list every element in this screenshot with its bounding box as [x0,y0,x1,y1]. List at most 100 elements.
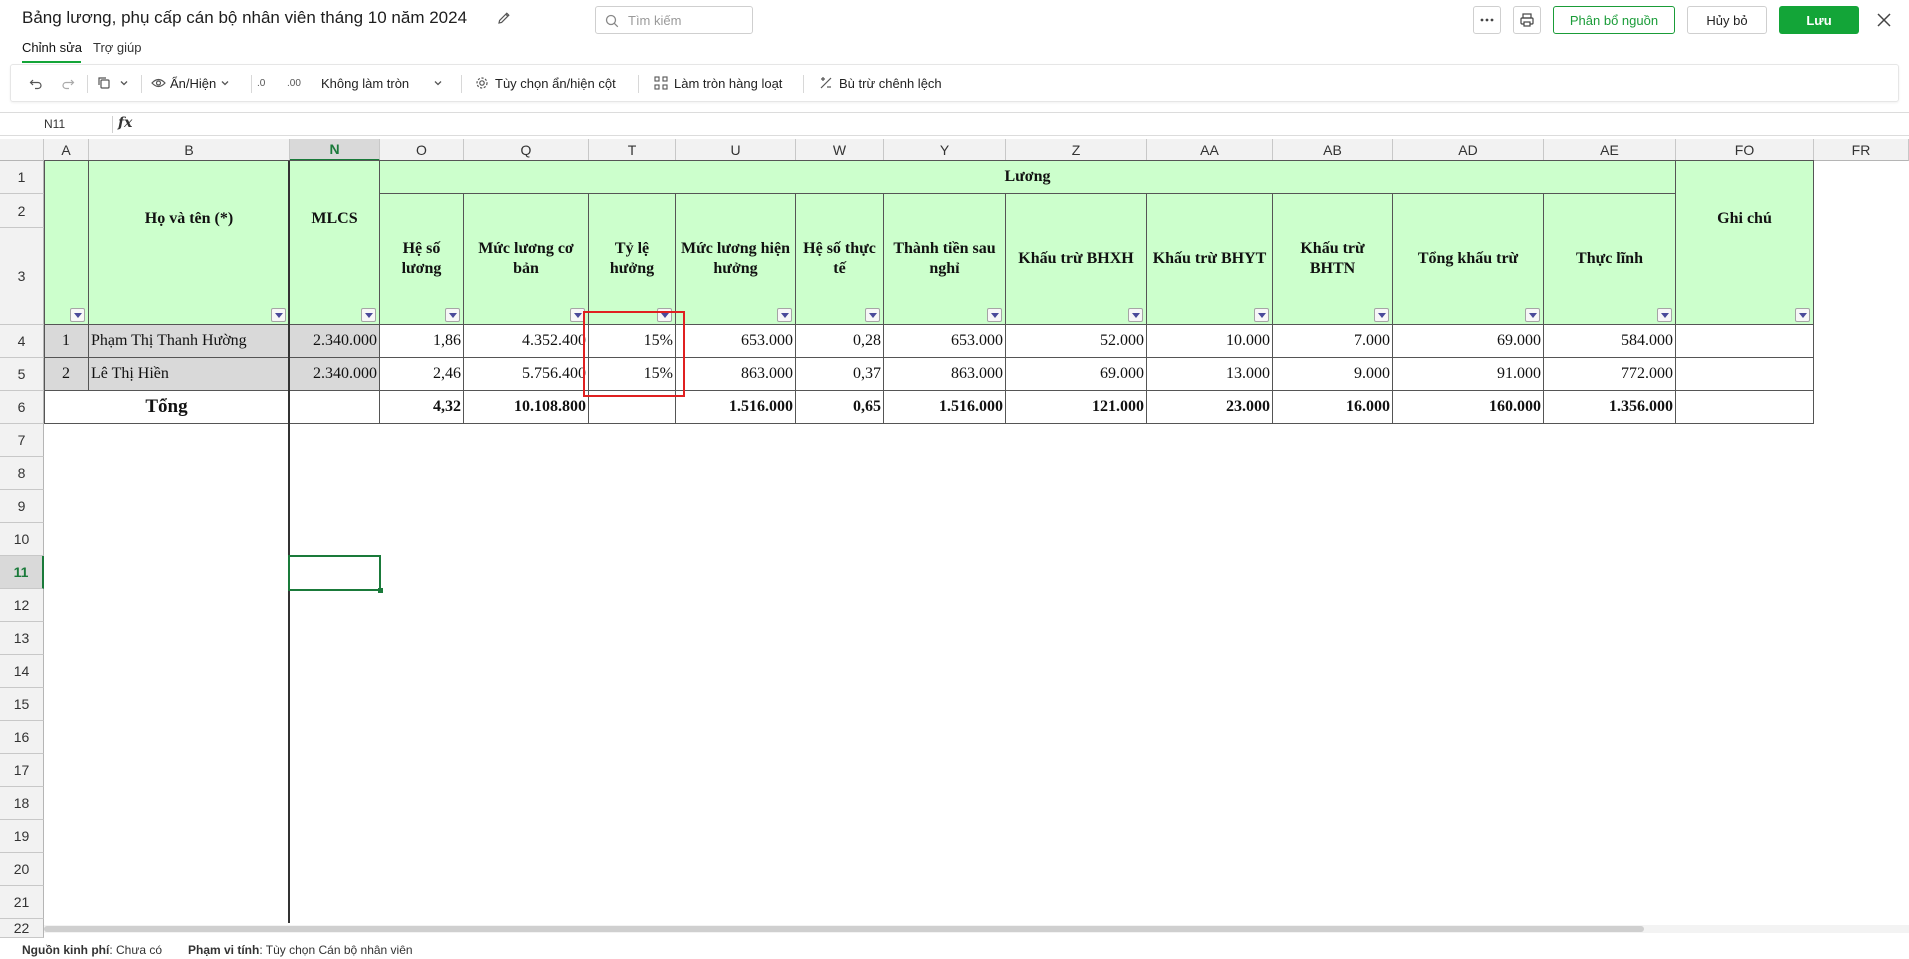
row-header-11[interactable]: 11 [0,556,44,589]
decrease-decimal-button[interactable]: .0 [257,65,265,101]
filter-dropdown-icon[interactable] [1254,308,1269,322]
header-cell-ratio[interactable]: Tỷ lệ hưởng [589,194,676,325]
filter-dropdown-icon[interactable] [445,308,460,322]
cell-total-deduction[interactable]: 91.000 [1393,358,1544,391]
column-header-ad[interactable]: AD [1393,139,1544,161]
cell-actual-coef[interactable]: 0,37 [796,358,884,391]
row-header-3[interactable]: 3 [0,228,44,325]
column-header-aa[interactable]: AA [1147,139,1273,161]
bulk-round-button[interactable]: Làm tròn hàng loạt [654,65,782,101]
total-label[interactable]: Tổng [44,391,290,424]
filter-dropdown-icon[interactable] [70,308,85,322]
close-button[interactable] [1872,8,1896,32]
cell-name-box[interactable]: N11 [44,117,65,131]
search-input[interactable]: Tìm kiếm [628,13,681,28]
total-base-salary[interactable]: 10.108.800 [464,391,589,424]
cell-total-deduction[interactable]: 69.000 [1393,325,1544,358]
undo-button[interactable] [29,65,43,101]
cell-bhtn[interactable]: 9.000 [1273,358,1393,391]
row-header-12[interactable]: 12 [0,589,44,622]
row-header-5[interactable]: 5 [0,358,44,391]
select-all-corner[interactable] [0,139,44,161]
cell-actual-coef[interactable]: 0,28 [796,325,884,358]
row-header-16[interactable]: 16 [0,721,44,754]
column-header-u[interactable]: U [676,139,796,161]
column-header-n[interactable]: N [290,139,380,161]
row-header-22[interactable]: 22 [0,919,44,938]
show-hide-button[interactable]: Ẩn/Hiện [151,65,230,101]
header-cell-current-salary[interactable]: Mức lương hiện hưởng [676,194,796,325]
header-cell-bhyt[interactable]: Khấu trừ BHYT [1147,194,1273,325]
row-header-15[interactable]: 15 [0,688,44,721]
cell-name[interactable]: Phạm Thị Thanh Hường [89,325,290,358]
column-header-o[interactable]: O [380,139,464,161]
scrollbar-thumb[interactable] [44,926,1644,932]
column-header-fr[interactable]: FR [1814,139,1909,161]
cell-base-salary[interactable]: 5.756.400 [464,358,589,391]
cell-after-leave[interactable]: 863.000 [884,358,1006,391]
column-header-fo[interactable]: FO [1676,139,1814,161]
cell-current-salary[interactable]: 863.000 [676,358,796,391]
filter-dropdown-icon[interactable] [271,308,286,322]
row-header-7[interactable]: 7 [0,424,44,457]
header-cell-group-luong[interactable]: Lương [380,161,1676,194]
total-after-leave[interactable]: 1.516.000 [884,391,1006,424]
header-cell-total-deduction[interactable]: Tổng khấu trừ [1393,194,1544,325]
total-bhtn[interactable]: 16.000 [1273,391,1393,424]
redo-button[interactable] [61,65,75,101]
cell-bhyt[interactable]: 10.000 [1147,325,1273,358]
increase-decimal-button[interactable]: .00 [287,65,301,101]
filter-dropdown-icon[interactable] [1657,308,1672,322]
filter-dropdown-icon[interactable] [987,308,1002,322]
tab-edit[interactable]: Chỉnh sửa [22,40,82,55]
cell-bhxh[interactable]: 52.000 [1006,325,1147,358]
cell-net[interactable]: 584.000 [1544,325,1676,358]
header-cell-base-salary[interactable]: Mức lương cơ bản [464,194,589,325]
column-header-z[interactable]: Z [1006,139,1147,161]
cell-base-salary[interactable]: 4.352.400 [464,325,589,358]
cell-name[interactable]: Lê Thị Hiền [89,358,290,391]
header-cell-actual-coef[interactable]: Hệ số thực tế [796,194,884,325]
row-header-8[interactable]: 8 [0,457,44,490]
row-header-6[interactable]: 6 [0,391,44,424]
filter-dropdown-icon[interactable] [777,308,792,322]
cell-note[interactable] [1676,325,1814,358]
row-header-4[interactable]: 4 [0,325,44,358]
column-options-button[interactable]: Tùy chọn ẩn/hiện cột [475,65,616,101]
row-header-1[interactable]: 1 [0,161,44,194]
filter-dropdown-icon[interactable] [865,308,880,322]
row-header-18[interactable]: 18 [0,787,44,820]
cell-coefficient[interactable]: 1,86 [380,325,464,358]
offset-difference-button[interactable]: Bù trừ chênh lệch [819,65,942,101]
column-header-w[interactable]: W [796,139,884,161]
rounding-dropdown[interactable]: Không làm tròn [321,65,443,101]
copy-button[interactable] [97,65,129,101]
column-header-y[interactable]: Y [884,139,1006,161]
header-cell-note[interactable]: Ghi chú [1676,161,1814,325]
edit-title-pencil-icon[interactable] [496,10,512,26]
filter-dropdown-icon[interactable] [1128,308,1143,322]
header-cell-bhxh[interactable]: Khấu trừ BHXH [1006,194,1147,325]
total-note[interactable] [1676,391,1814,424]
column-header-b[interactable]: B [89,139,290,161]
total-bhxh[interactable]: 121.000 [1006,391,1147,424]
filter-dropdown-icon[interactable] [1525,308,1540,322]
cell-after-leave[interactable]: 653.000 [884,325,1006,358]
tab-help[interactable]: Trợ giúp [93,40,142,55]
cancel-button[interactable]: Hủy bỏ [1687,6,1767,34]
row-header-21[interactable]: 21 [0,886,44,919]
total-coefficient[interactable]: 4,32 [380,391,464,424]
column-header-t[interactable]: T [589,139,676,161]
header-cell-net[interactable]: Thực lĩnh [1544,194,1676,325]
total-total-deduction[interactable]: 160.000 [1393,391,1544,424]
total-mlcs[interactable] [290,391,380,424]
filter-dropdown-icon[interactable] [361,308,376,322]
row-header-20[interactable]: 20 [0,853,44,886]
cell-mlcs[interactable]: 2.340.000 [290,325,380,358]
cell-stt[interactable]: 1 [44,325,89,358]
cell-net[interactable]: 772.000 [1544,358,1676,391]
total-net[interactable]: 1.356.000 [1544,391,1676,424]
cell-stt[interactable]: 2 [44,358,89,391]
row-header-14[interactable]: 14 [0,655,44,688]
selected-cell-n11[interactable] [288,555,383,593]
